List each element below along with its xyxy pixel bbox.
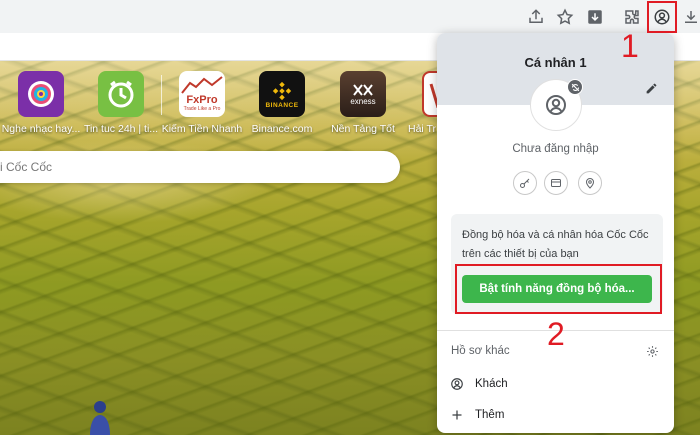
star-icon[interactable]: [554, 6, 576, 28]
download-box-icon[interactable]: [584, 6, 606, 28]
person-icon: [449, 376, 465, 392]
download-icon[interactable]: [680, 6, 700, 28]
exness-logo-text: exness: [350, 96, 376, 106]
extensions-icon[interactable]: [621, 6, 643, 28]
sync-off-badge: [567, 79, 583, 95]
add-label: Thêm: [475, 409, 505, 421]
fxpro-logo-text: FxPro: [186, 94, 218, 106]
sync-description: Đồng bộ hóa và cá nhân hóa Cốc Cốc trên …: [462, 229, 649, 260]
location-pin-icon: [585, 178, 595, 189]
pencil-icon: [646, 83, 656, 93]
credit-card-icon: [551, 179, 561, 187]
gear-icon: [646, 345, 658, 357]
search-box[interactable]: [0, 151, 400, 183]
fxpro-logo-subtext: Trade Like a Pro: [183, 106, 221, 112]
music-disc-icon: [18, 71, 64, 117]
binance-logo-text: BINANCE: [265, 101, 299, 109]
payments-button[interactable]: [544, 171, 568, 195]
sync-off-icon: [571, 83, 579, 91]
annotation-number-2: 2: [547, 316, 565, 352]
annotation-box-profile: [647, 1, 677, 33]
guest-profile-item[interactable]: Khách: [437, 370, 674, 398]
shortcut-divider: [161, 75, 162, 115]
other-profiles-label: Hồ sơ khác: [451, 345, 510, 357]
plus-icon: [449, 407, 465, 423]
profile-menu: Cá nhân 1 Chưa đăng nhập Đồng bộ hóa và …: [437, 33, 674, 433]
passwords-button[interactable]: [513, 171, 537, 195]
fxpro-logo: FxPro Trade Like a Pro: [179, 71, 225, 117]
sign-in-status: Chưa đăng nhập: [512, 143, 599, 155]
background-person: [86, 399, 114, 435]
binance-logo: BINANCE: [259, 71, 305, 117]
key-icon: [520, 178, 530, 188]
add-profile-item[interactable]: Thêm: [437, 401, 674, 429]
shortcut-label: Hải Tri: [408, 123, 436, 135]
browser-toolbar: [0, 0, 700, 33]
share-icon[interactable]: [525, 6, 547, 28]
exness-logo: exness: [340, 71, 386, 117]
addresses-button[interactable]: [578, 171, 602, 195]
annotation-box-sync: [455, 264, 662, 314]
annotation-number-1: 1: [621, 28, 639, 64]
edit-profile-button[interactable]: [642, 79, 660, 97]
person-icon: [546, 95, 566, 115]
clock-icon: [98, 71, 144, 117]
guest-label: Khách: [475, 378, 508, 390]
shortcut-partial[interactable]: Hải Tri: [396, 71, 452, 135]
manage-profiles-button[interactable]: [644, 343, 660, 359]
search-input[interactable]: [0, 151, 380, 183]
